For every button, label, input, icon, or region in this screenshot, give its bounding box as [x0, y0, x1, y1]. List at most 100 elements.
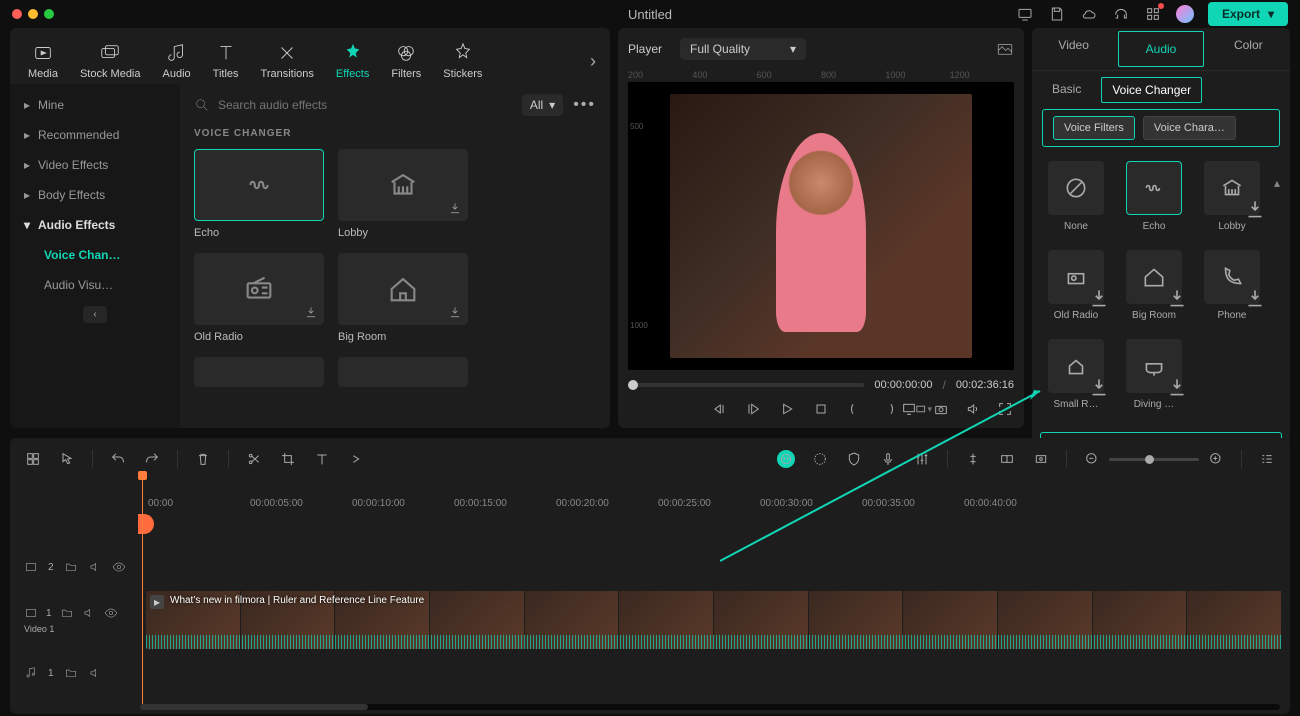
- zoom-in-icon[interactable]: [1207, 450, 1225, 468]
- max-dot[interactable]: [44, 9, 54, 19]
- eye-icon[interactable]: [112, 560, 126, 574]
- download-icon[interactable]: [448, 201, 464, 217]
- color-icon[interactable]: [811, 450, 829, 468]
- tab-stock[interactable]: Stock Media: [70, 38, 151, 84]
- display-icon[interactable]: [900, 400, 918, 418]
- play-pause-icon[interactable]: [744, 400, 762, 418]
- undo-icon[interactable]: [109, 450, 127, 468]
- zoom-out-icon[interactable]: [1083, 450, 1101, 468]
- pointer-icon[interactable]: [58, 450, 76, 468]
- rp-diving[interactable]: Diving …: [1124, 339, 1184, 410]
- rtab-video[interactable]: Video: [1032, 28, 1115, 70]
- more-tools-icon[interactable]: [347, 450, 365, 468]
- zoom-slider[interactable]: [1109, 458, 1199, 461]
- scrub-track[interactable]: [628, 383, 864, 387]
- tabs-more[interactable]: ›: [584, 51, 602, 72]
- mark-out-icon[interactable]: [880, 400, 898, 418]
- preset-big-room[interactable]: Big Room: [338, 253, 468, 343]
- rp-old-radio[interactable]: Old Radio: [1046, 250, 1106, 321]
- tab-filters[interactable]: Filters: [381, 38, 431, 84]
- timeline-scrollbar[interactable]: [140, 704, 1280, 710]
- track-v2-header[interactable]: 2: [18, 560, 142, 574]
- mixer-icon[interactable]: [913, 450, 931, 468]
- save-icon[interactable]: [1048, 5, 1066, 23]
- preset-more-1[interactable]: [194, 357, 324, 387]
- rtab-color[interactable]: Color: [1207, 28, 1290, 70]
- apps-icon[interactable]: [1144, 5, 1162, 23]
- rp-big-room[interactable]: Big Room: [1124, 250, 1184, 321]
- cloud-icon[interactable]: [1080, 5, 1098, 23]
- quality-dropdown[interactable]: Full Quality▾: [680, 38, 806, 60]
- mic-icon[interactable]: [879, 450, 897, 468]
- sidebar-item-body-effects[interactable]: ▸Body Effects: [10, 180, 180, 210]
- scrub-bar[interactable]: 00:00:00:00 / 00:02:36:16: [628, 378, 1014, 392]
- rp-phone[interactable]: Phone: [1202, 250, 1262, 321]
- folder-icon[interactable]: [64, 560, 78, 574]
- tab-media[interactable]: Media: [18, 38, 68, 84]
- group-icon[interactable]: [998, 450, 1016, 468]
- tab-stickers[interactable]: Stickers: [433, 38, 492, 84]
- download-icon[interactable]: [304, 305, 320, 321]
- fullscreen-icon[interactable]: [996, 400, 1014, 418]
- sidebar-item-video-effects[interactable]: ▸Video Effects: [10, 150, 180, 180]
- text-icon[interactable]: [313, 450, 331, 468]
- view-options-icon[interactable]: [1258, 450, 1276, 468]
- prev-frame-icon[interactable]: [710, 400, 728, 418]
- export-button[interactable]: Export▾: [1208, 2, 1288, 26]
- sidebar-item-mine[interactable]: ▸Mine: [10, 90, 180, 120]
- headset-icon[interactable]: [1112, 5, 1130, 23]
- search-input[interactable]: [194, 97, 512, 113]
- redo-icon[interactable]: [143, 450, 161, 468]
- mark-in-icon[interactable]: [846, 400, 864, 418]
- rsub-basic[interactable]: Basic: [1042, 77, 1091, 103]
- tab-effects[interactable]: Effects: [326, 38, 379, 84]
- tab-transitions[interactable]: Transitions: [251, 38, 324, 84]
- snapshot-icon[interactable]: [996, 40, 1014, 58]
- track-a1-header[interactable]: 1: [18, 666, 142, 680]
- video-clip[interactable]: ▸ What’s new in filmora | Ruler and Refe…: [146, 591, 1282, 649]
- sidebar-item-audio-effects[interactable]: ▾Audio Effects: [10, 210, 180, 240]
- camera-icon[interactable]: [932, 400, 950, 418]
- preset-lobby[interactable]: Lobby: [338, 149, 468, 239]
- crop-icon[interactable]: [279, 450, 297, 468]
- sidebar-item-voice-changer[interactable]: Voice Chan…: [10, 240, 180, 270]
- sidebar-collapse[interactable]: ‹: [83, 306, 106, 323]
- track-v1-header[interactable]: 1 Video 1: [18, 606, 142, 634]
- add-track-icon[interactable]: [24, 450, 42, 468]
- rp-small-room[interactable]: Small R…: [1046, 339, 1106, 410]
- play-icon[interactable]: [778, 400, 796, 418]
- preview[interactable]: 5001000: [628, 82, 1014, 370]
- close-dot[interactable]: [12, 9, 22, 19]
- chip-voice-filters[interactable]: Voice Filters: [1053, 116, 1135, 140]
- preset-more-2[interactable]: [338, 357, 468, 387]
- marker-icon[interactable]: [964, 450, 982, 468]
- playhead[interactable]: [142, 472, 143, 708]
- rp-lobby[interactable]: Lobby: [1202, 161, 1262, 232]
- split-icon[interactable]: [245, 450, 263, 468]
- min-dot[interactable]: [28, 9, 38, 19]
- rtab-audio[interactable]: Audio: [1118, 31, 1203, 67]
- download-icon[interactable]: [448, 305, 464, 321]
- sidebar-item-recommended[interactable]: ▸Recommended: [10, 120, 180, 150]
- preset-echo[interactable]: Echo: [194, 149, 324, 239]
- collapse-icon[interactable]: ▴: [1274, 176, 1280, 190]
- window-controls[interactable]: [12, 9, 54, 19]
- tab-titles[interactable]: Titles: [203, 38, 249, 84]
- rp-none[interactable]: None: [1046, 161, 1106, 232]
- preset-old-radio[interactable]: Old Radio: [194, 253, 324, 343]
- desktop-icon[interactable]: [1016, 5, 1034, 23]
- zoom-control[interactable]: [1083, 450, 1225, 468]
- chip-voice-char[interactable]: Voice Chara…: [1143, 116, 1236, 140]
- stop-icon[interactable]: [812, 400, 830, 418]
- delete-icon[interactable]: [194, 450, 212, 468]
- record-icon[interactable]: [1032, 450, 1050, 468]
- filter-dropdown[interactable]: All▾: [522, 94, 563, 116]
- rsub-voice-changer[interactable]: Voice Changer: [1101, 77, 1202, 103]
- rp-echo[interactable]: Echo: [1124, 161, 1184, 232]
- sidebar-item-audio-visu[interactable]: Audio Visu…: [10, 270, 180, 300]
- ai-icon[interactable]: [777, 450, 795, 468]
- mute-icon[interactable]: [88, 560, 102, 574]
- gallery-more[interactable]: •••: [573, 96, 596, 114]
- timeline-ruler[interactable]: 00:0000:00:05:0000:00:10:0000:00:15:0000…: [18, 490, 1282, 513]
- shield-icon[interactable]: [845, 450, 863, 468]
